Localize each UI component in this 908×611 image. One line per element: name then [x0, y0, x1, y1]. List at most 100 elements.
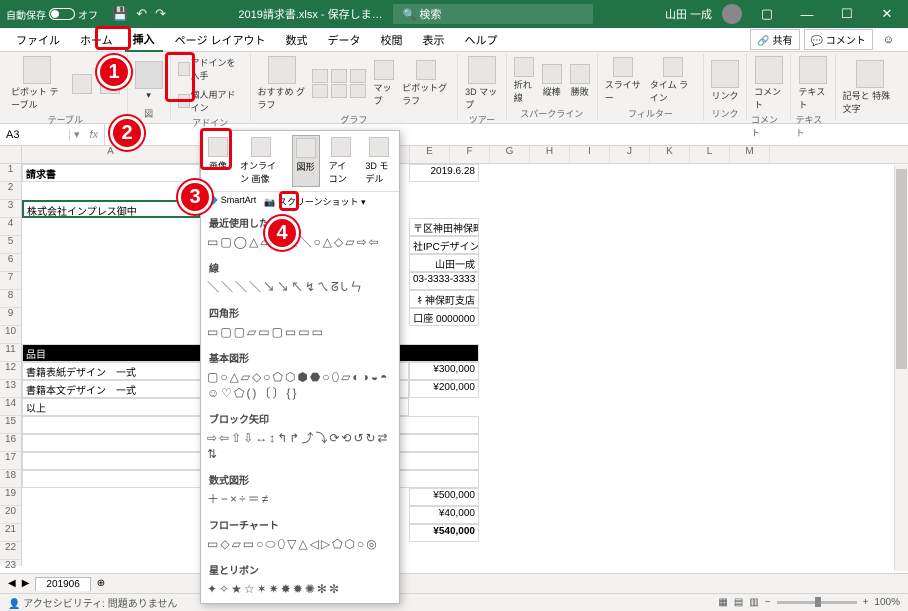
shapes-gallery[interactable]: ▭◇▱▭○⬭⬯▽△◁▷⬠⬡○◎ [201, 534, 399, 558]
newcomment-button[interactable]: コメント [751, 54, 786, 113]
sheet-nav-prev[interactable]: ◀ [8, 578, 16, 589]
tab-data[interactable]: データ [320, 29, 369, 51]
shapes-gallery[interactable]: ▭▢▢▱▭▢▭▭▭ [201, 322, 399, 346]
accessibility-status[interactable]: 👤 アクセシビリティ: 問題ありません [8, 595, 177, 610]
view-pagebreak-icon[interactable]: ▥ [749, 597, 758, 608]
avatar[interactable] [722, 4, 742, 24]
ribbon-group-symbols: 記号と 特殊文字 [836, 54, 904, 121]
column-headers[interactable]: ABCDEFGHIJKLM [22, 146, 908, 164]
3dmodels-button[interactable]: 3D モデル [362, 135, 395, 187]
maximize-icon[interactable]: ☐ [832, 6, 862, 22]
shapes-gallery[interactable]: ▭▢◯△▱＼＼＼○△◇▱⇨⇦ [201, 232, 399, 256]
row-headers[interactable]: 1234567891011121314151617181920212223 [0, 164, 22, 566]
tab-formulas[interactable]: 数式 [278, 29, 316, 51]
worksheet-grid[interactable]: 1234567891011121314151617181920212223 AB… [0, 146, 908, 566]
toggle-off-icon [49, 8, 75, 20]
ribbon-group-links: リンク リンク [704, 54, 747, 121]
shapes-gallery[interactable]: ▢○△▱◇○⬠⬡⬢⬣○⬯▱◐◑◒◓☺♡⬠()〔〕{} [201, 367, 399, 407]
get-addins-button[interactable]: アドインを入手 [175, 54, 246, 84]
zoom-out-button[interactable]: − [765, 597, 771, 608]
name-box[interactable]: A3 [0, 129, 70, 141]
ribbon-group-sparklines: 折れ線 縦棒 勝敗 スパークライン [507, 54, 598, 121]
shapes-gallery[interactable]: ✦✧★☆✶✷✸✹✺✻✼ [201, 579, 399, 603]
timeline-button[interactable]: タイム ライン [647, 55, 699, 106]
my-addins-button[interactable]: 個人用アドイン [175, 86, 246, 116]
redo-icon[interactable]: ↷ [155, 6, 166, 22]
zoom-level[interactable]: 100% [874, 597, 900, 608]
text-button[interactable]: テキスト [795, 54, 830, 113]
annotation-2: 2 [110, 116, 144, 150]
autosave-toggle[interactable]: 自動保存 オフ [6, 7, 98, 22]
tab-insert[interactable]: 挿入 [125, 28, 163, 52]
recommended-pivot-button[interactable] [69, 72, 95, 96]
ribbon-group-charts: おすすめ グラフ マップ ピボットグラフ グラフ [251, 54, 459, 121]
ribbon: ピボット テーブル テーブル ▾ 図 アドインを入手 個人用アドイン アドイン … [0, 52, 908, 124]
close-icon[interactable]: ✕ [872, 6, 902, 22]
zoom-slider[interactable] [777, 601, 857, 604]
minimize-icon[interactable]: — [792, 7, 822, 22]
view-pagelayout-icon[interactable]: ▤ [734, 597, 743, 608]
tab-file[interactable]: ファイル [8, 29, 68, 51]
undo-icon[interactable]: ↶ [136, 6, 147, 22]
online-pictures-button[interactable]: オンライン 画像 [237, 135, 286, 187]
pictures-button[interactable]: 画像 [205, 135, 231, 187]
select-all-corner[interactable] [0, 146, 22, 164]
comment-button[interactable]: 💬 コメント [804, 29, 873, 50]
recommended-charts-button[interactable]: おすすめ グラフ [255, 54, 311, 113]
slicer-button[interactable]: スライサー [602, 55, 645, 106]
cell-d1[interactable]: 2019.6.28 [409, 164, 479, 182]
ribbon-group-illustrations: ▾ 図 [128, 54, 171, 121]
shapes-gallery[interactable]: ⇨⇦⇧⇩↔↕↰↱⤴⤵⟳⟲↺↻⇄⇅ [201, 428, 399, 468]
vertical-scrollbar[interactable] [894, 165, 908, 571]
shapes-section-title: ブロック矢印 [201, 407, 399, 428]
shapes-section-title: 数式図形 [201, 468, 399, 489]
symbols-button[interactable]: 記号と 特殊文字 [840, 58, 900, 117]
sheet-nav-next[interactable]: ▶ [22, 578, 30, 589]
annotation-4: 4 [265, 216, 299, 250]
tab-help[interactable]: ヘルプ [457, 29, 506, 51]
fx-icon[interactable]: fx [84, 129, 105, 141]
chart-icon[interactable] [312, 69, 328, 83]
tab-pagelayout[interactable]: ページ レイアウト [167, 29, 274, 51]
share-button[interactable]: 🔗 共有 [750, 29, 799, 50]
cell-a1[interactable]: 請求書 [22, 164, 200, 182]
shapes-section-title: 線 [201, 256, 399, 277]
pivottable-button[interactable]: ピボット テーブル [8, 54, 67, 113]
zoom-in-button[interactable]: + [863, 597, 869, 608]
tab-home[interactable]: ホーム [72, 29, 121, 51]
save-icon[interactable]: 💾 [112, 6, 128, 22]
sheet-tab[interactable]: 201906 [35, 577, 90, 591]
ribbon-group-filters: スライサー タイム ライン フィルター [598, 54, 704, 121]
3dmap-button[interactable]: 3D マップ [462, 54, 502, 113]
sparkline-line-button[interactable]: 折れ線 [511, 55, 537, 106]
ribbon-group-text: テキスト テキスト [791, 54, 835, 121]
icons-button[interactable]: アイ コン [326, 135, 357, 187]
tab-review[interactable]: 校閲 [373, 29, 411, 51]
new-sheet-button[interactable]: ⊕ [97, 578, 105, 589]
view-normal-icon[interactable]: ▦ [718, 597, 727, 608]
tab-view[interactable]: 表示 [415, 29, 453, 51]
illustrations-button[interactable]: ▾ [132, 59, 166, 103]
user-name[interactable]: 山田 一成 [665, 6, 712, 22]
shapes-button[interactable]: 図形 [292, 135, 320, 187]
quick-access-toolbar: 💾 ↶ ↷ [112, 6, 166, 22]
shapes-dropdown-panel: 画像 オンライン 画像 図形 アイ コン 3D モデル 🔷 SmartArt 📷… [200, 130, 400, 604]
screenshot-button[interactable]: 📷 スクリーンショット ▾ [264, 195, 365, 208]
shapes-gallery[interactable]: ＋−×÷＝≠ [201, 489, 399, 513]
sparkline-column-button[interactable]: 縦棒 [539, 62, 565, 100]
shapes-section-title: 最近使用した図形 [201, 211, 399, 232]
link-button[interactable]: リンク [708, 58, 742, 104]
smiley-icon[interactable]: ☺ [877, 34, 900, 46]
shapes-section-title: 基本図形 [201, 346, 399, 367]
search-input[interactable]: 🔍 検索 [393, 4, 593, 24]
sparkline-winloss-button[interactable]: 勝敗 [567, 62, 593, 100]
maps-button[interactable]: マップ [370, 58, 397, 109]
cell-a3[interactable]: 株式会社インプレス御中 [22, 200, 200, 218]
status-bar: 👤 アクセシビリティ: 問題ありません ▦ ▤ ▥ − + 100% [0, 593, 908, 611]
shapes-gallery[interactable]: ＼＼＼＼↘↘↖↯ㄟᘔᒐㄣ [201, 277, 399, 301]
smartart-button[interactable]: 🔷 SmartArt [207, 195, 256, 208]
ribbon-options-icon[interactable]: ▢ [752, 6, 782, 22]
ribbon-group-addins: アドインを入手 個人用アドイン アドイン [171, 54, 251, 121]
title-bar: 自動保存 オフ 💾 ↶ ↷ 2019請求書.xlsx - 保存しま… 🔍 検索 … [0, 0, 908, 28]
pivotchart-button[interactable]: ピボットグラフ [399, 58, 453, 109]
